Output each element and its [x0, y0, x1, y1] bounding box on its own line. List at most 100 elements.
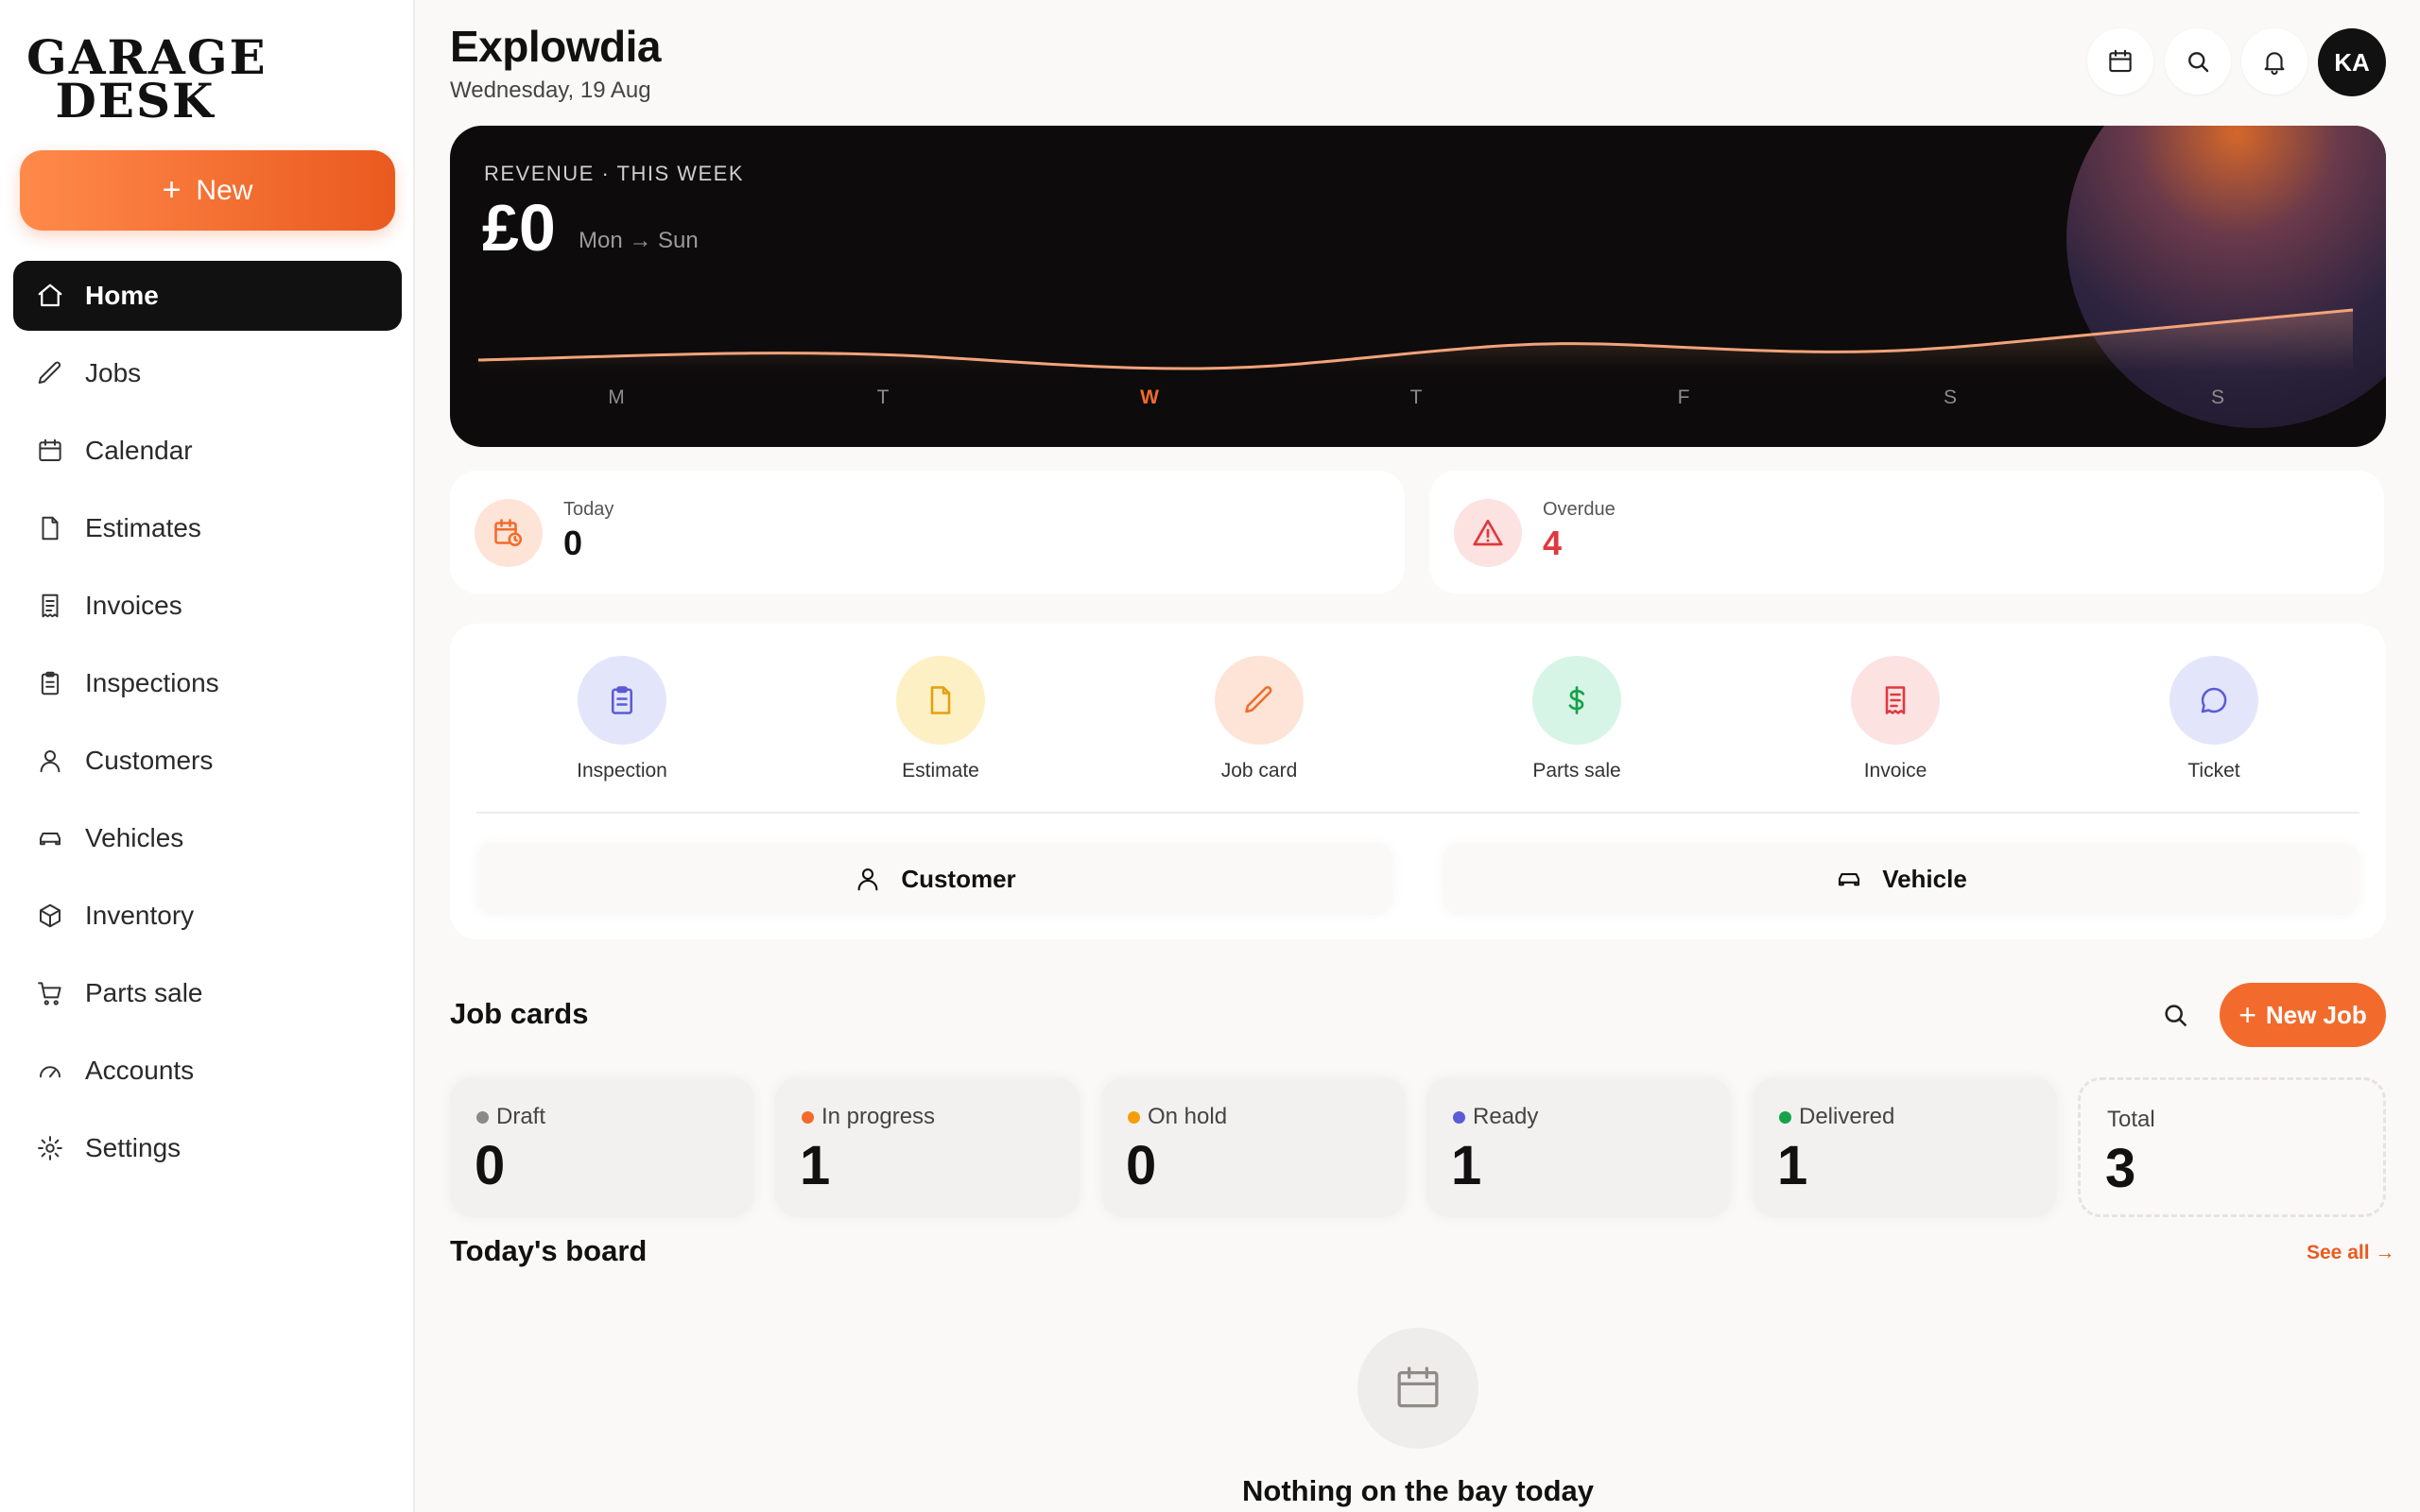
day-label: F	[1677, 387, 1690, 408]
stat-today-card[interactable]: Today 0	[450, 471, 1405, 593]
sidebar-item-settings[interactable]: Settings	[13, 1113, 402, 1183]
sidebar-item-parts-sale[interactable]: Parts sale	[13, 958, 402, 1028]
stat-value: 0	[563, 524, 583, 562]
see-all-link[interactable]: See all →	[2307, 1242, 2394, 1264]
search-button[interactable]	[2165, 28, 2231, 94]
calendar-icon	[2109, 49, 2132, 73]
status-card-ready[interactable]: Ready 1	[1426, 1077, 1731, 1217]
day-label: S	[1943, 387, 1957, 408]
plus-icon: +	[2238, 997, 2256, 1032]
status-label: Draft	[496, 1104, 546, 1129]
sidebar-item-label: Estimates	[85, 513, 201, 542]
sidebar-item-label: Jobs	[85, 358, 142, 387]
plus-icon: +	[162, 172, 182, 208]
pen-icon	[38, 361, 61, 384]
stat-label: Today	[563, 499, 614, 520]
clipboard-icon	[578, 656, 666, 745]
status-count: 3	[2105, 1138, 2136, 1199]
status-count: 1	[1777, 1135, 1808, 1196]
status-card-draft[interactable]: Draft 0	[450, 1077, 754, 1217]
add-vehicle-button[interactable]: Vehicle	[1443, 843, 2360, 915]
status-dot	[1779, 1110, 1791, 1124]
status-count: 1	[1451, 1135, 1482, 1196]
quick-action-label: Parts sale	[1532, 760, 1621, 782]
sidebar-item-inventory[interactable]: Inventory	[13, 881, 402, 951]
sidebar-item-label: Settings	[85, 1133, 182, 1162]
user-icon	[40, 750, 60, 773]
revenue-card: REVENUE · THIS WEEK £0 Mon → Sun M T W T…	[450, 126, 2386, 447]
sidebar-item-label: Vehicles	[85, 823, 184, 852]
search-icon	[2188, 52, 2209, 73]
status-count: 1	[800, 1135, 831, 1196]
new-job-label: New Job	[2265, 1000, 2367, 1029]
quick-action-estimate[interactable]: Estimate	[846, 656, 1035, 782]
quick-action-label: Invoice	[1863, 760, 1927, 782]
brand-line-2: DESK	[55, 73, 216, 129]
page-date: Wednesday, 19 Aug	[450, 77, 651, 103]
sidebar-item-home[interactable]: Home	[13, 261, 402, 331]
clipboard-icon	[41, 671, 60, 696]
sidebar-item-label: Invoices	[85, 591, 182, 620]
status-label: Total	[2107, 1107, 2155, 1132]
stat-overdue-card[interactable]: Overdue 4	[1429, 471, 2384, 593]
status-label: Delivered	[1799, 1104, 1895, 1129]
quick-action-parts-sale[interactable]: Parts sale	[1482, 656, 1671, 782]
quick-action-label: Estimate	[902, 760, 979, 782]
quick-action-label: Job card	[1220, 760, 1298, 782]
notifications-button[interactable]	[2241, 28, 2308, 94]
add-customer-button[interactable]: Customer	[476, 843, 1393, 915]
quick-action-ticket[interactable]: Ticket	[2119, 656, 2308, 782]
status-card-in-progress[interactable]: In progress 1	[775, 1077, 1080, 1217]
status-card-on-hold[interactable]: On hold 0	[1101, 1077, 1406, 1217]
avatar[interactable]: KA	[2318, 28, 2386, 96]
empty-state-text: Nothing on the bay today	[1242, 1474, 1594, 1507]
sidebar: GARAGE DESK + New Home Jobs Calendar Est…	[0, 0, 415, 1512]
receipt-icon	[42, 593, 59, 618]
bell-icon	[2264, 52, 2285, 76]
sidebar-item-invoices[interactable]: Invoices	[13, 571, 402, 641]
status-count: 0	[1126, 1135, 1157, 1196]
sidebar-item-customers[interactable]: Customers	[13, 726, 402, 796]
status-label: In progress	[821, 1104, 936, 1129]
new-job-button[interactable]: + New Job	[2220, 983, 2386, 1047]
sidebar-item-accounts[interactable]: Accounts	[13, 1036, 402, 1106]
pen-icon	[1215, 656, 1304, 745]
home-icon	[38, 284, 62, 307]
status-label: On hold	[1148, 1104, 1228, 1129]
sidebar-item-vehicles[interactable]: Vehicles	[13, 803, 402, 873]
quick-action-job-card[interactable]: Job card	[1165, 656, 1354, 782]
quick-actions-card: Inspection Estimate Job card Parts sale …	[450, 624, 2386, 939]
sidebar-item-inspections[interactable]: Inspections	[13, 648, 402, 718]
day-label: S	[2210, 387, 2224, 408]
add-customer-label: Customer	[901, 864, 1016, 893]
chat-icon	[2169, 656, 2258, 745]
gear-icon	[38, 1136, 62, 1160]
stat-value: 4	[1543, 524, 1563, 562]
sidebar-nav: Home Jobs Calendar Estimates Invoices In…	[13, 261, 402, 1191]
quick-action-label: Inspection	[577, 760, 667, 782]
sidebar-item-estimates[interactable]: Estimates	[13, 493, 402, 563]
page-title: Explowdia	[450, 22, 661, 71]
new-button[interactable]: + New	[20, 150, 395, 231]
sidebar-item-label: Parts sale	[85, 978, 203, 1007]
brand-logo[interactable]: GARAGE DESK	[26, 34, 266, 129]
sidebar-item-label: Accounts	[85, 1056, 195, 1085]
quick-action-inspection[interactable]: Inspection	[527, 656, 717, 782]
search-icon[interactable]	[2160, 1000, 2190, 1030]
status-card-delivered[interactable]: Delivered 1	[1753, 1077, 2057, 1217]
car-icon	[40, 833, 60, 846]
calendar-button[interactable]	[2087, 28, 2153, 94]
quick-action-invoice[interactable]: Invoice	[1801, 656, 1990, 782]
sidebar-item-jobs[interactable]: Jobs	[13, 338, 402, 408]
calendar-icon	[39, 438, 61, 461]
sidebar-item-label: Home	[85, 281, 159, 310]
receipt-icon	[1851, 656, 1940, 745]
status-card-total[interactable]: Total 3	[2078, 1077, 2386, 1217]
new-button-label: New	[196, 174, 253, 206]
box-icon	[40, 903, 60, 928]
status-label: Ready	[1473, 1104, 1539, 1129]
day-label-current: W	[1140, 387, 1159, 408]
sidebar-item-calendar[interactable]: Calendar	[13, 416, 402, 486]
dollar-icon	[1532, 656, 1621, 745]
calendar-clock-icon	[475, 499, 543, 567]
